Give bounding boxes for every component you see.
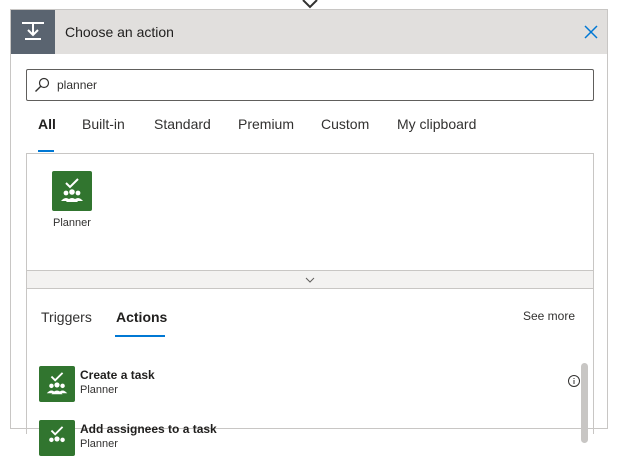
actions-panel: Triggers Actions See more Create a task … bbox=[26, 289, 594, 456]
planner-icon bbox=[52, 171, 92, 211]
expand-connectors-button[interactable] bbox=[27, 270, 593, 288]
planner-icon bbox=[39, 420, 75, 456]
planner-icon bbox=[39, 366, 75, 402]
action-connector-name: Planner bbox=[80, 384, 118, 396]
tab-triggers[interactable]: Triggers bbox=[41, 309, 92, 325]
search-box[interactable] bbox=[26, 69, 594, 101]
search-input[interactable] bbox=[57, 70, 577, 100]
info-icon[interactable] bbox=[567, 374, 581, 388]
connectors-list: Planner bbox=[26, 153, 594, 289]
search-icon bbox=[35, 77, 50, 92]
actions-scrollbar[interactable] bbox=[581, 363, 588, 443]
close-button[interactable] bbox=[581, 22, 601, 42]
connector-label: Planner bbox=[53, 217, 91, 229]
sub-tab-active-indicator bbox=[115, 335, 165, 337]
panel-title: Choose an action bbox=[65, 24, 174, 40]
tab-active-indicator bbox=[38, 150, 54, 152]
action-item-create-task[interactable]: Create a task Planner bbox=[39, 366, 580, 404]
chevron-down-icon bbox=[305, 277, 315, 283]
tab-built-in[interactable]: Built-in bbox=[82, 116, 125, 152]
action-title: Create a task bbox=[80, 368, 155, 382]
choose-action-panel: Choose an action All Built-in Standard P… bbox=[10, 9, 608, 456]
tab-my-clipboard[interactable]: My clipboard bbox=[397, 116, 476, 152]
tab-all[interactable]: All bbox=[38, 116, 56, 152]
step-icon bbox=[11, 10, 55, 54]
tab-premium[interactable]: Premium bbox=[238, 116, 294, 152]
tab-custom[interactable]: Custom bbox=[321, 116, 369, 152]
panel-header: Choose an action bbox=[11, 10, 607, 54]
action-connector-name: Planner bbox=[80, 438, 118, 450]
close-icon bbox=[584, 25, 598, 39]
connector-planner[interactable]: Planner bbox=[45, 171, 99, 229]
action-title: Add assignees to a task bbox=[80, 422, 217, 436]
see-more-link[interactable]: See more bbox=[523, 309, 575, 323]
tab-actions[interactable]: Actions bbox=[116, 309, 167, 325]
tab-standard[interactable]: Standard bbox=[154, 116, 211, 152]
action-item-add-assignees[interactable]: Add assignees to a task Planner bbox=[39, 420, 569, 458]
